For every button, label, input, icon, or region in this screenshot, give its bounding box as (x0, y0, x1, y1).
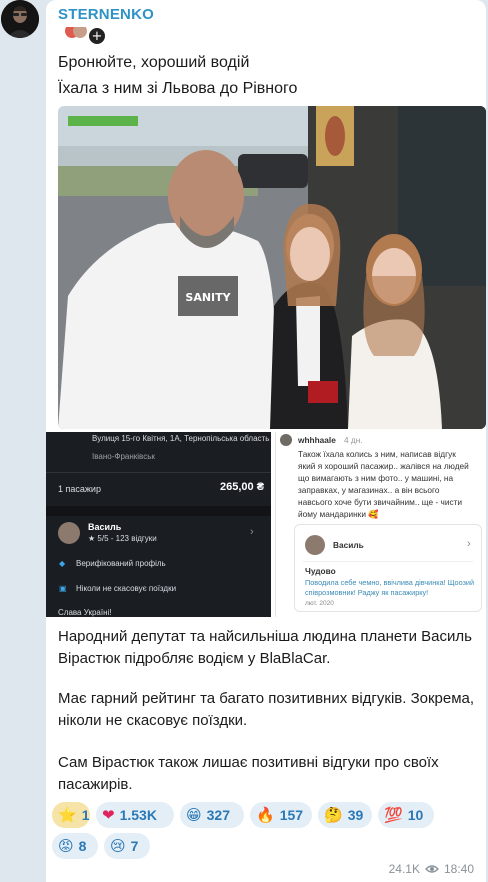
reaction-count: 7 (130, 838, 139, 854)
body-line-2: Вірастюк підробляє водієм у BlaBlaCar. (58, 650, 331, 667)
calendar-icon: ▣ (59, 584, 67, 593)
star-emoji-icon: ⭐ (58, 806, 77, 824)
body-line-7: Сам Вірастюк також лишає позитивні відгу… (58, 754, 439, 771)
reaction-count: 39 (347, 807, 364, 823)
svg-text:+: + (92, 29, 103, 44)
review-card: Василь › Чудово Поводила себе чемно, вві… (294, 524, 482, 612)
eye-icon (424, 865, 439, 873)
reaction-heart[interactable]: ❤ 1.53K (96, 802, 174, 828)
fire-emoji-icon: 🔥 (256, 806, 275, 824)
verified-label: Верифікований профіль (76, 559, 166, 568)
trip-address: Вулиця 15-го Квітня, 1А, Тернопільська о… (92, 434, 270, 443)
svg-text:SANITY: SANITY (185, 291, 231, 304)
reaction-fire[interactable]: 🔥 157 (250, 802, 312, 828)
channel-avatar[interactable] (1, 0, 39, 38)
reaction-count: 1.53K (119, 807, 157, 823)
review-card-name: Василь (333, 540, 364, 550)
commenter-avatar (280, 434, 292, 446)
passengers-label: 1 пасажир (58, 484, 101, 494)
person-glasses-avatar-icon (1, 0, 39, 38)
reaction-star[interactable]: ⭐ 1 (52, 802, 90, 828)
reaction-count: 10 (407, 807, 424, 823)
body-line-8: пасажирів. (58, 776, 133, 793)
comment-line-3: що вимагають з ним фото.. у машині, на (298, 473, 454, 483)
reaction-hundred[interactable]: 💯 10 (378, 802, 434, 828)
reaction-grin[interactable]: 😁 327 (180, 802, 244, 828)
selfie-photo[interactable]: SANITY (58, 106, 486, 429)
driver-avatar (58, 522, 80, 544)
comment-line-2: який я хороший пасажир.. жалівся на люде… (298, 461, 469, 471)
reaction-count: 1 (81, 807, 90, 823)
forwarded-reactions-stub: + (65, 27, 105, 44)
body-line-5: ніколи не скасовує поїздки. (58, 712, 248, 729)
message-line-2: Їхала з ним зі Львова до Рівного (58, 80, 298, 97)
reviewer-avatar (305, 535, 325, 555)
view-count: 24.1K (388, 862, 420, 876)
message-line-1: Бронюйте, хороший водій (58, 54, 250, 71)
blablacar-trip-screenshot[interactable]: Вулиця 15-го Квітня, 1А, Тернопільська о… (46, 432, 271, 617)
chevron-right-icon: › (250, 526, 254, 538)
channel-name[interactable]: STERNENKO (58, 6, 154, 23)
reaction-count: 157 (279, 807, 304, 823)
divider (303, 561, 473, 562)
crying-emoji-icon: 😢 (110, 837, 126, 855)
comment-line-5: навсього хоче бути звичайним.. ще - чист… (298, 497, 463, 507)
never-cancels-label: Ніколи не скасовує поїздки (76, 584, 177, 593)
reaction-thinking[interactable]: 🤔 39 (318, 802, 372, 828)
hundred-emoji-icon: 💯 (384, 806, 403, 824)
message-meta: 24.1K 18:40 (389, 862, 474, 876)
body-line-1: Народний депутат та найсильніша людина п… (58, 628, 472, 645)
body-line-4: Має гарний рейтинг та багато позитивних … (58, 690, 475, 707)
comment-line-6: йому мандаринки 🥰 (298, 509, 379, 519)
glory-text: Слава Україні! (58, 608, 112, 617)
comment-line-1: Також їхала колись з ним, написав відгук (298, 449, 456, 459)
driver-rating: ★ 5/5 - 123 відгуки (88, 534, 157, 543)
review-line-2: співрозмовник! Раджу як пасажирку! (305, 588, 429, 597)
instagram-comment-screenshot[interactable]: whhhaale 4 дн. Також їхала колись з ним,… (275, 432, 486, 617)
driver-name: Василь (88, 522, 122, 532)
reaction-count: 8 (78, 838, 87, 854)
angry-emoji-icon: 😡 (58, 837, 74, 855)
reaction-angry[interactable]: 😡 8 (52, 833, 98, 859)
verified-icon: ◆ (59, 559, 66, 568)
review-line-1: Поводила себе чемно, ввічлива дівчинка! … (305, 578, 475, 587)
heart-emoji-icon: ❤ (102, 806, 115, 824)
thinking-emoji-icon: 🤔 (324, 806, 343, 824)
trip-city: Івано-Франківськ (92, 452, 155, 461)
reaction-count: 327 (206, 807, 230, 823)
grin-emoji-icon: 😁 (186, 806, 202, 824)
divider (46, 506, 271, 516)
message-bubble: STERNENKO + Бронюйте, хороший водій Їхал… (46, 0, 486, 882)
divider (46, 472, 271, 473)
review-date: лют. 2020 (305, 600, 334, 607)
message-time: 18:40 (443, 862, 474, 876)
comment-line-4: заправках, у магазинах.. а він всього (298, 485, 440, 495)
reaction-crying[interactable]: 😢 7 (104, 833, 150, 859)
review-title: Чудово (305, 566, 336, 576)
chevron-right-icon: › (467, 538, 471, 550)
commenter-username: whhhaale (298, 435, 336, 445)
trip-price: 265,00 ₴ (220, 481, 265, 493)
comment-age: 4 дн. (344, 435, 363, 445)
